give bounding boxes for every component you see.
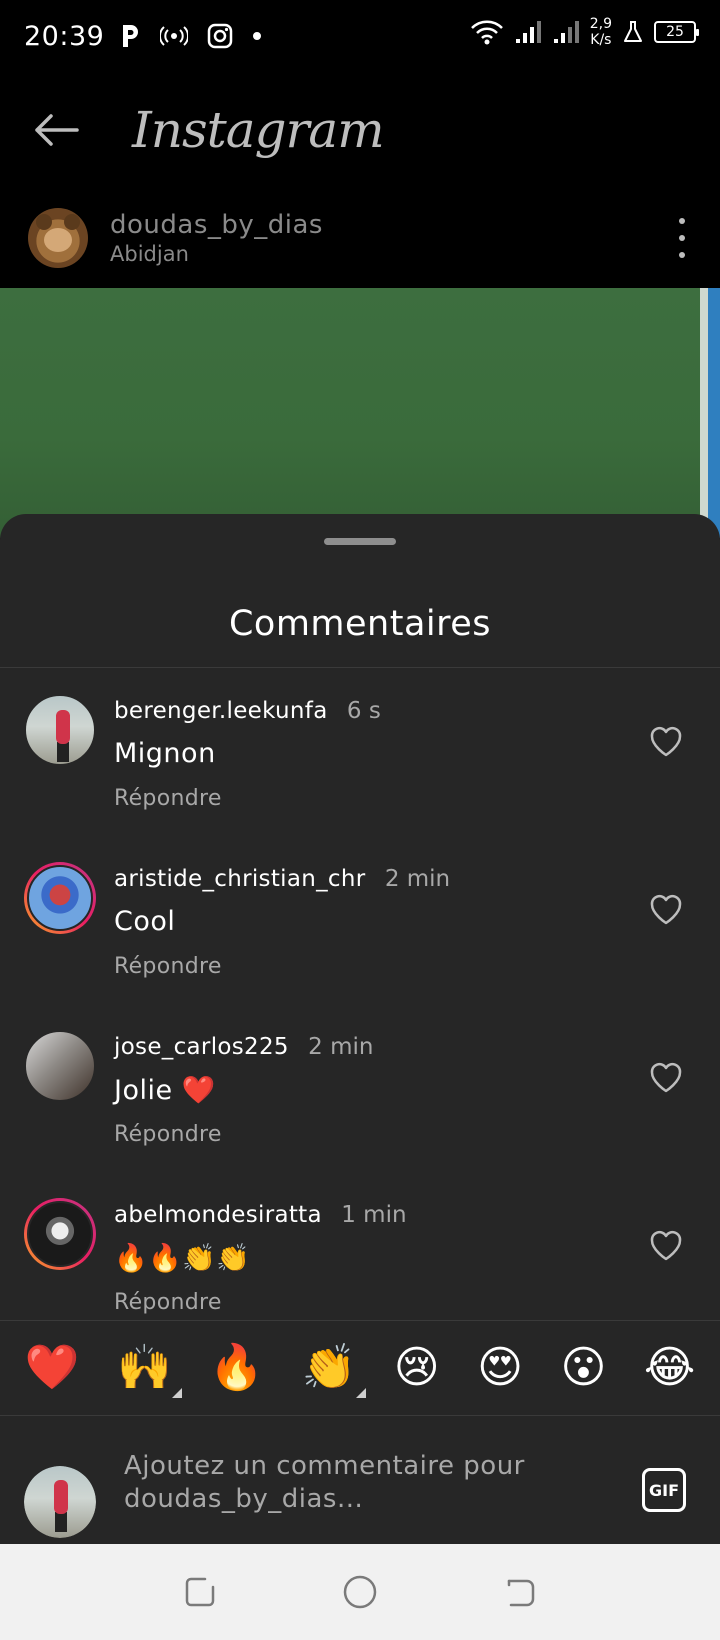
signal-icon-1	[515, 21, 541, 43]
back-nav-icon	[507, 1579, 535, 1607]
emoji-heart-eyes[interactable]: 😍	[477, 1346, 523, 1390]
comment-item: jose_carlos225 2 min Jolie ❤️ Répondre	[0, 1004, 720, 1172]
variant-indicator-icon	[171, 1388, 182, 1398]
dot-icon	[253, 32, 262, 40]
comment-item: berenger.leekunfa 6 s Mignon Répondre	[0, 668, 720, 836]
comment-time: 2 min	[308, 1034, 374, 1060]
comment-text: Mignon	[114, 738, 216, 769]
reply-button[interactable]: Répondre	[114, 954, 222, 979]
battery-indicator: 25	[654, 21, 699, 43]
back-nav-button[interactable]	[498, 1570, 542, 1614]
comment-avatar[interactable]	[24, 1198, 96, 1270]
status-right: 2,9 K/s 25	[470, 16, 699, 48]
emoji-clap[interactable]: 👏	[302, 1346, 367, 1398]
post-header: doudas_by_dias Abidjan	[0, 188, 720, 288]
network-speed-value: 2,9	[589, 16, 612, 32]
gif-button[interactable]: GIF	[642, 1468, 686, 1512]
instagram-notification-icon	[208, 23, 233, 49]
sheet-drag-handle[interactable]	[324, 538, 396, 545]
emoji-fire[interactable]: 🔥	[209, 1346, 264, 1390]
instagram-logo: Instagram	[132, 101, 385, 159]
home-circle-icon	[343, 1575, 377, 1609]
emoji-clap-glyph: 👏	[301, 1342, 357, 1393]
comment-text: 🔥🔥👏👏	[114, 1243, 251, 1274]
emoji-surprised[interactable]: 😮	[560, 1346, 606, 1390]
post-username[interactable]: doudas_by_dias	[110, 210, 323, 240]
sheet-title: Commentaires	[228, 604, 492, 644]
heart-icon[interactable]	[648, 892, 684, 928]
status-time: 20:39	[24, 20, 105, 52]
comment-time: 2 min	[384, 866, 451, 892]
parking-app-icon	[123, 25, 139, 47]
comment-item: abelmondesiratta 1 min 🔥🔥👏👏 Répondre	[0, 1172, 720, 1334]
system-navigation-bar	[0, 1544, 720, 1640]
network-speed-unit: K/s	[590, 32, 612, 48]
comment-time: 1 min	[341, 1202, 407, 1228]
comment-avatar[interactable]	[24, 862, 96, 934]
emoji-crying[interactable]: 😢	[394, 1346, 440, 1390]
arrow-left-icon	[35, 114, 79, 146]
comment-time: 6 s	[346, 698, 381, 724]
comment-item: aristide_christian_chr 2 min Cool Répond…	[0, 836, 720, 1004]
comment-header: berenger.leekunfa 6 s	[114, 698, 381, 724]
back-button[interactable]	[26, 100, 86, 160]
heart-icon[interactable]	[648, 724, 684, 760]
comment-header: abelmondesiratta 1 min	[114, 1202, 407, 1228]
post-meta: doudas_by_dias Abidjan	[110, 210, 323, 266]
variant-indicator-icon	[356, 1388, 367, 1398]
comment-text: Jolie ❤️	[114, 1075, 216, 1106]
hotspot-icon	[160, 26, 189, 46]
recents-icon	[185, 1577, 215, 1607]
comment-composer: Ajoutez un commentaire pour doudas_by_di…	[0, 1416, 720, 1544]
comment-header: aristide_christian_chr 2 min	[114, 866, 450, 892]
wifi-icon	[470, 20, 503, 45]
comment-username[interactable]: berenger.leekunfa	[114, 698, 328, 724]
post-location[interactable]: Abidjan	[110, 242, 323, 266]
comment-input-placeholder-line1: Ajoutez un commentaire pour	[124, 1451, 525, 1481]
comment-header: jose_carlos225 2 min	[114, 1034, 373, 1060]
reply-button[interactable]: Répondre	[114, 1122, 222, 1147]
emoji-joy[interactable]: 😂	[644, 1346, 695, 1390]
comment-username[interactable]: abelmondesiratta	[114, 1202, 322, 1228]
reply-button[interactable]: Répondre	[114, 786, 222, 811]
network-speed: 2,9 K/s	[590, 16, 612, 48]
emoji-reaction-bar: ❤️ 🙌 🔥 👏 😢 😍 😮 😂	[0, 1320, 720, 1416]
app-header: Instagram	[0, 72, 720, 188]
comment-username[interactable]: jose_carlos225	[114, 1034, 289, 1060]
comment-list[interactable]: berenger.leekunfa 6 s Mignon Répondre ar…	[0, 668, 720, 1334]
heart-icon[interactable]	[648, 1228, 684, 1264]
comment-input-placeholder-line2: doudas_by_dias...	[124, 1484, 364, 1514]
comment-text: Cool	[114, 906, 176, 937]
home-button[interactable]	[338, 1570, 382, 1614]
comment-username[interactable]: aristide_christian_chr	[114, 866, 366, 892]
recents-button[interactable]	[178, 1570, 222, 1614]
comment-input[interactable]: Ajoutez un commentaire pour doudas_by_di…	[124, 1450, 604, 1516]
notification-icons	[120, 22, 262, 50]
comment-avatar[interactable]	[24, 1030, 96, 1102]
emoji-raising-hands[interactable]: 🙌	[117, 1346, 182, 1398]
comment-avatar[interactable]	[24, 694, 96, 766]
signal-icon-2	[553, 21, 579, 43]
status-bar: 20:39 2,9 K/s 25	[0, 0, 720, 72]
emoji-raising-hands-glyph: 🙌	[117, 1342, 172, 1393]
heart-icon[interactable]	[648, 1060, 684, 1096]
post-author-avatar[interactable]	[28, 208, 88, 268]
reply-button[interactable]: Répondre	[114, 1290, 222, 1315]
current-user-avatar	[24, 1466, 96, 1538]
post-image	[0, 288, 720, 538]
emoji-heart[interactable]: ❤️	[25, 1346, 80, 1390]
more-options-icon[interactable]	[672, 218, 692, 258]
flask-icon	[624, 21, 642, 42]
